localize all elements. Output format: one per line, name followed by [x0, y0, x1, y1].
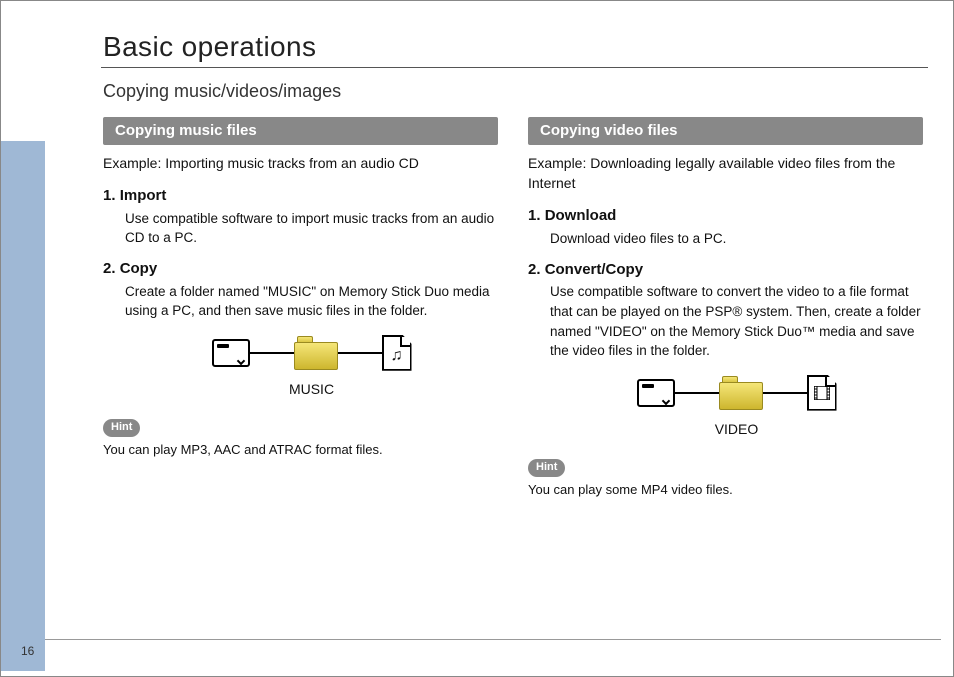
section-title-music: Copying music files	[103, 117, 498, 145]
music-file-icon: ♫	[382, 335, 412, 371]
hint-text: You can play some MP4 video files.	[528, 481, 923, 500]
folder-label: VIDEO	[715, 419, 759, 439]
step-title: Convert/Copy	[545, 261, 643, 278]
step-import: 1. Import Use compatible software to imp…	[103, 185, 498, 248]
diagram-video: VIDEO	[550, 375, 923, 439]
diagram-music: ♫ MUSIC	[125, 335, 498, 399]
step-number: 1.	[103, 187, 116, 204]
page-title: Basic operations	[103, 31, 316, 63]
memory-stick-icon	[637, 379, 675, 407]
music-note-icon: ♫	[391, 348, 403, 364]
folder-icon	[719, 376, 763, 410]
step-number: 2.	[103, 260, 116, 277]
column-video: Copying video files Example: Downloading…	[528, 117, 923, 500]
example-text: Example: Downloading legally available v…	[528, 153, 923, 194]
page-header: Basic operations	[103, 31, 316, 63]
connector-line	[250, 352, 294, 354]
hint-badge: Hint	[528, 459, 565, 477]
content-columns: Copying music files Example: Importing m…	[103, 117, 923, 500]
video-file-icon	[807, 375, 837, 411]
footer-rule	[45, 639, 941, 640]
connector-line	[675, 392, 719, 394]
header-rule	[101, 67, 928, 68]
step-number: 1.	[528, 207, 541, 224]
step-title: Copy	[120, 260, 158, 277]
page-subtitle: Copying music/videos/images	[103, 81, 341, 102]
column-music: Copying music files Example: Importing m…	[103, 117, 498, 500]
memory-stick-icon	[212, 339, 250, 367]
page-number: 16	[21, 644, 34, 658]
connector-line	[338, 352, 382, 354]
step-download: 1. Download Download video files to a PC…	[528, 205, 923, 248]
step-number: 2.	[528, 261, 541, 278]
steps-list: 1. Import Use compatible software to imp…	[103, 185, 498, 321]
step-body: Download video files to a PC.	[550, 229, 923, 249]
page-sidebar	[1, 141, 45, 671]
step-body: Use compatible software to import music …	[125, 209, 498, 248]
connector-line	[763, 392, 807, 394]
step-title: Import	[120, 187, 167, 204]
folder-label: MUSIC	[289, 379, 334, 399]
hint-text: You can play MP3, AAC and ATRAC format f…	[103, 441, 498, 460]
folder-icon	[294, 336, 338, 370]
step-convert-copy: 2. Convert/Copy Use compatible software …	[528, 259, 923, 361]
step-body: Create a folder named "MUSIC" on Memory …	[125, 282, 498, 321]
step-copy: 2. Copy Create a folder named "MUSIC" on…	[103, 258, 498, 321]
section-title-video: Copying video files	[528, 117, 923, 145]
example-text: Example: Importing music tracks from an …	[103, 153, 498, 173]
film-icon	[814, 386, 830, 400]
step-body: Use compatible software to convert the v…	[550, 282, 923, 360]
hint-badge: Hint	[103, 419, 140, 437]
step-title: Download	[545, 207, 617, 224]
steps-list: 1. Download Download video files to a PC…	[528, 205, 923, 360]
